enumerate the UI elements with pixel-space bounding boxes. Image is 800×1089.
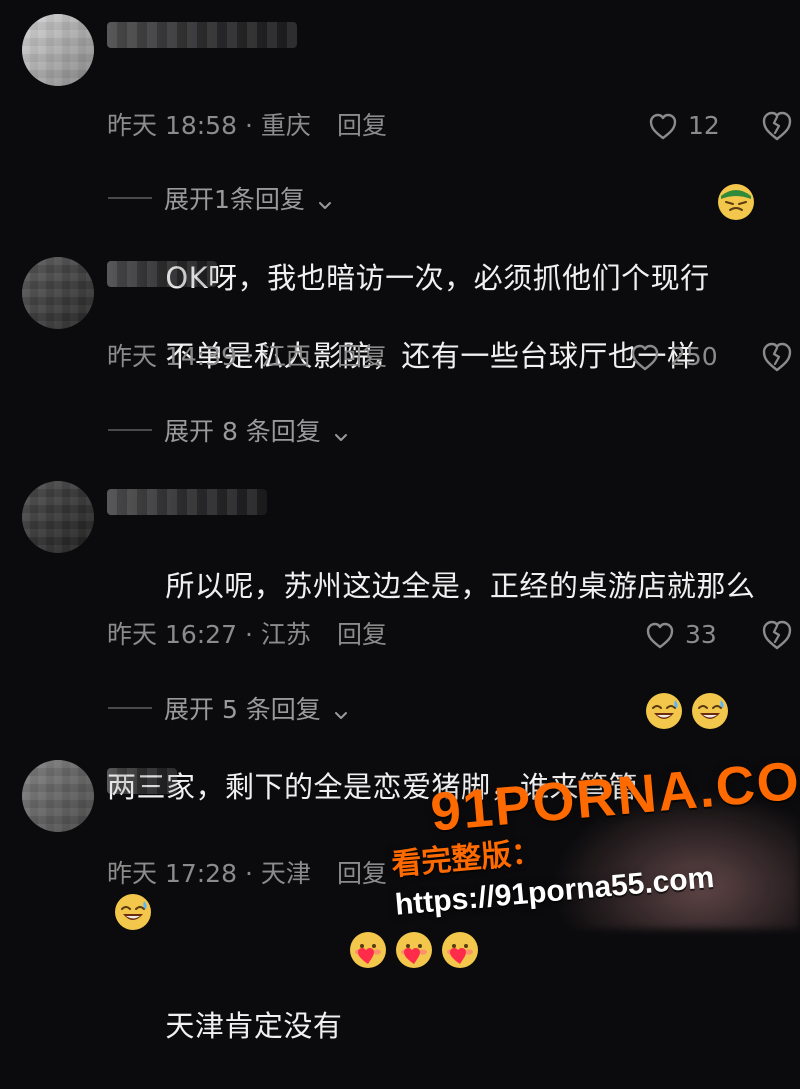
avatar-blur bbox=[22, 760, 94, 832]
comment-meta: 昨天 17:28 · 天津 回复 bbox=[107, 854, 780, 894]
expand-label: 展开1条回复 bbox=[164, 185, 305, 214]
expand-divider bbox=[108, 429, 152, 431]
comment-text: 天津肯定没有 bbox=[107, 804, 770, 1089]
expand-divider bbox=[108, 707, 152, 709]
avatar[interactable] bbox=[22, 14, 94, 86]
heart-icon bbox=[630, 343, 660, 371]
avatar[interactable] bbox=[22, 481, 94, 553]
comment-item: 天津肯定没有 昨天 17:28 · 天津 回复 bbox=[0, 752, 800, 1043]
expand-replies-button[interactable]: 展开1条回复 bbox=[108, 178, 333, 218]
dislike-button[interactable] bbox=[760, 341, 794, 375]
like-button[interactable]: 12 bbox=[648, 106, 720, 146]
avatar[interactable] bbox=[22, 257, 94, 329]
username-blurred[interactable] bbox=[107, 489, 267, 515]
comment-feed: OK呀，我也暗访一次，必须抓他们个现行 昨天 18:58 · 重庆 回复 12 bbox=[0, 0, 800, 1043]
reply-button[interactable]: 回复 bbox=[337, 615, 387, 655]
like-count: 250 bbox=[670, 342, 718, 371]
dislike-button[interactable] bbox=[760, 110, 794, 144]
comment-item: 不单是私人影院，还有一些台球厅也一样 昨天 14:39 · 江西 回复 250 … bbox=[0, 245, 800, 460]
like-button[interactable]: 250 bbox=[630, 337, 718, 377]
chevron-down-icon bbox=[333, 700, 349, 719]
expand-label: 展开 8 条回复 bbox=[164, 417, 321, 446]
chevron-down-icon bbox=[333, 422, 349, 441]
username-blurred[interactable] bbox=[107, 768, 177, 794]
avatar-blur bbox=[22, 14, 94, 86]
username-blurred[interactable] bbox=[107, 22, 297, 48]
time-location: 昨天 17:28 · 天津 bbox=[107, 859, 311, 888]
comment-item: OK呀，我也暗访一次，必须抓他们个现行 昨天 18:58 · 重庆 回复 12 bbox=[0, 0, 800, 295]
reply-button[interactable]: 回复 bbox=[337, 854, 387, 894]
broken-heart-icon bbox=[762, 111, 792, 141]
time-location: 昨天 14:39 · 江西 bbox=[107, 342, 311, 371]
chevron-down-icon bbox=[317, 190, 333, 209]
like-button[interactable]: 33 bbox=[645, 615, 717, 655]
heart-icon bbox=[645, 621, 675, 649]
expand-divider bbox=[108, 197, 152, 199]
time-location: 昨天 18:58 · 重庆 bbox=[107, 111, 311, 140]
broken-heart-icon bbox=[762, 342, 792, 372]
avatar[interactable] bbox=[22, 760, 94, 832]
avatar-blur bbox=[22, 481, 94, 553]
expand-replies-button[interactable]: 展开 8 条回复 bbox=[108, 410, 349, 450]
like-count: 12 bbox=[688, 111, 720, 140]
like-count: 33 bbox=[685, 620, 717, 649]
reply-button[interactable]: 回复 bbox=[337, 106, 387, 146]
expand-label: 展开 5 条回复 bbox=[164, 695, 321, 724]
broken-heart-icon bbox=[762, 620, 792, 650]
dislike-button[interactable] bbox=[760, 619, 794, 653]
reply-button[interactable]: 回复 bbox=[337, 337, 387, 377]
comment-item: 所以呢，苏州这边全是，正经的桌游店就那么两三家，剩下的全是恋爱猪脚，谁来管管 昨… bbox=[0, 475, 800, 930]
comment-text-content: 天津肯定没有 bbox=[165, 1009, 343, 1043]
username-blurred[interactable] bbox=[107, 261, 217, 287]
time-location: 昨天 16:27 · 江苏 bbox=[107, 620, 311, 649]
heart-icon bbox=[648, 112, 678, 140]
avatar-blur bbox=[22, 257, 94, 329]
expand-replies-button[interactable]: 展开 5 条回复 bbox=[108, 688, 349, 728]
